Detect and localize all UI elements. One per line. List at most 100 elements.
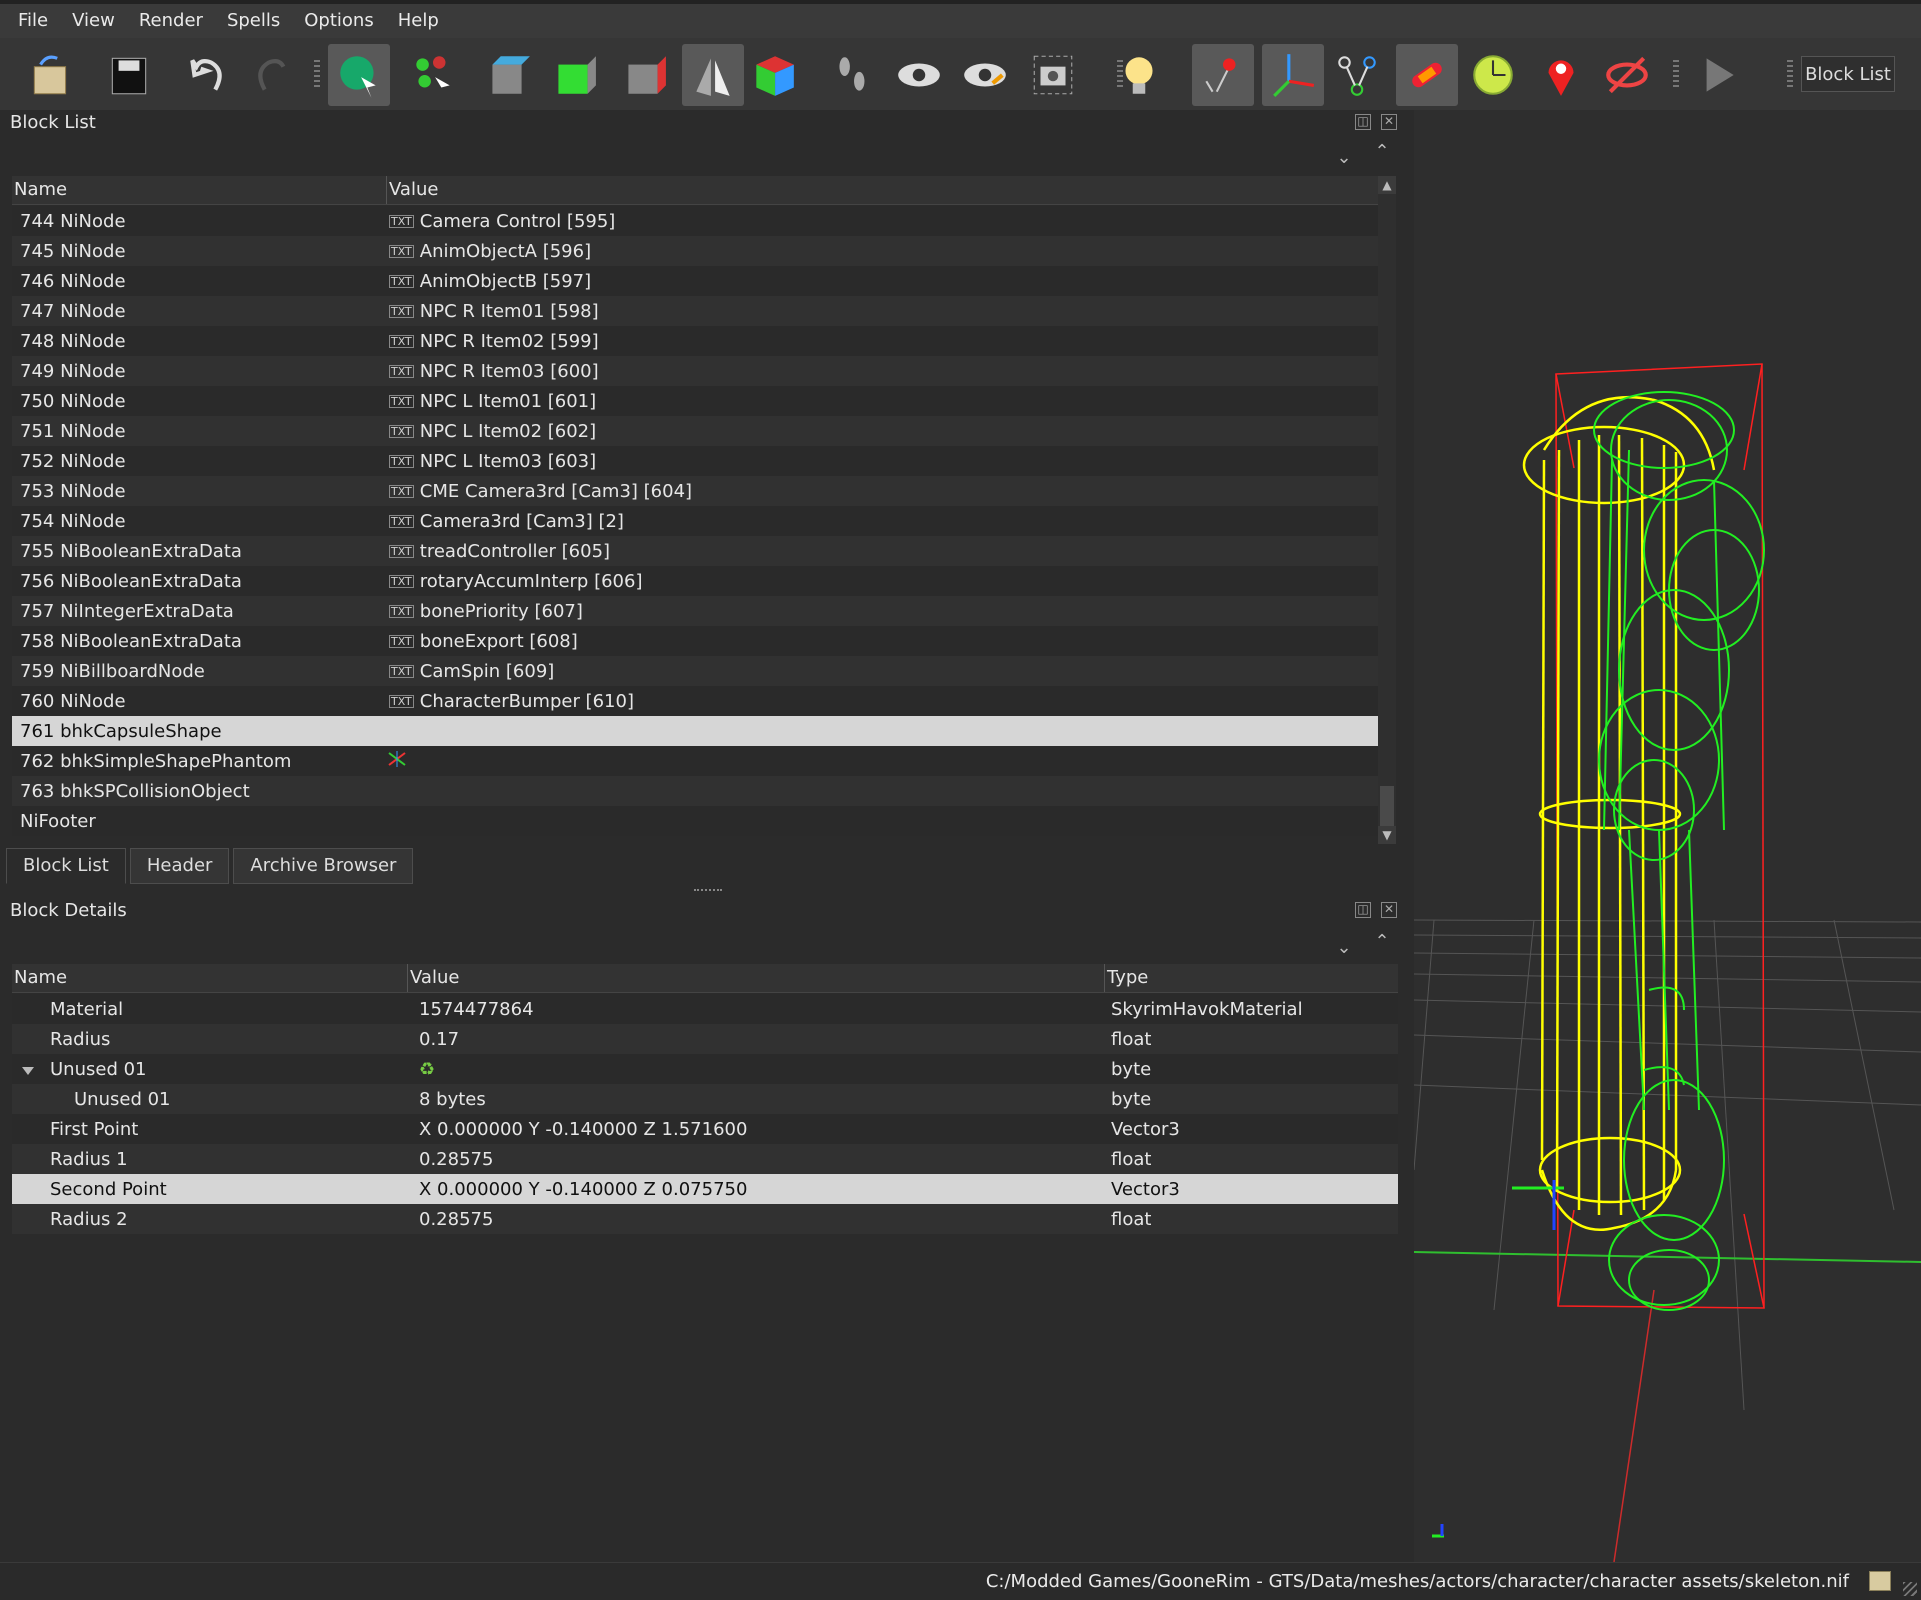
detail-row[interactable]: Radius 1 0.28575 float (12, 1144, 1398, 1174)
close-icon[interactable]: ✕ (1381, 902, 1397, 918)
block-list-row[interactable]: 749 NiNode TXT NPC R Item03 [600] (12, 356, 1378, 386)
block-list-row[interactable]: 750 NiNode TXT NPC L Item01 [601] (12, 386, 1378, 416)
detail-row[interactable]: Second Point X 0.000000 Y -0.140000 Z 0.0… (12, 1174, 1398, 1204)
toolbar-grip[interactable] (314, 60, 320, 90)
detail-row[interactable]: Radius 0.17 float (12, 1024, 1398, 1054)
view-user-icon[interactable] (742, 44, 804, 106)
field-value-cell[interactable]: 0.17 (407, 1029, 1103, 1050)
block-list-toggle-button[interactable]: Block List (1801, 56, 1895, 92)
block-list-row[interactable]: 756 NiBooleanExtraData TXT rotaryAccumInte… (12, 566, 1378, 596)
column-type[interactable]: Type (1105, 964, 1398, 992)
panel-splitter[interactable] (694, 889, 722, 895)
detail-row[interactable]: Unused 01 8 bytes byte (12, 1084, 1398, 1114)
detail-row[interactable]: Radius 2 0.28575 float (12, 1204, 1398, 1234)
column-value[interactable]: Value (408, 964, 1105, 992)
play-icon[interactable] (1686, 44, 1748, 106)
block-list-row[interactable]: 761 bhkCapsuleShape (12, 716, 1378, 746)
block-list-row[interactable]: 758 NiBooleanExtraData TXT boneExport [608… (12, 626, 1378, 656)
block-name: 752 NiNode (20, 450, 126, 472)
block-list-row[interactable]: 762 bhkSimpleShapePhantom (12, 746, 1378, 776)
block-list-row[interactable]: 752 NiNode TXT NPC L Item03 [603] (12, 446, 1378, 476)
refresh-icon[interactable]: ♻ (419, 1059, 435, 1080)
collapse-all-icon[interactable]: ⌄ (1332, 936, 1356, 960)
undo-icon[interactable] (178, 44, 240, 106)
block-list-row[interactable]: 753 NiNode TXT CME Camera3rd [Cam3] [604] (12, 476, 1378, 506)
view-front-icon[interactable] (542, 44, 604, 106)
block-list-row[interactable]: 745 NiNode TXT AnimObjectA [596] (12, 236, 1378, 266)
block-list-row[interactable]: 748 NiNode TXT NPC R Item02 [599] (12, 326, 1378, 356)
menu-file[interactable]: File (0, 4, 60, 38)
block-list-row[interactable]: 751 NiNode TXT NPC L Item02 [602] (12, 416, 1378, 446)
menu-help[interactable]: Help (386, 4, 451, 38)
marker-icon[interactable] (1192, 44, 1254, 106)
menu-render[interactable]: Render (127, 4, 215, 38)
field-value-cell[interactable]: 1574477864 (407, 999, 1103, 1020)
block-list-row[interactable]: 757 NiIntegerExtraData TXT bonePriority [6… (12, 596, 1378, 626)
toolbar-grip[interactable] (1673, 60, 1679, 90)
havok-icon[interactable] (1396, 44, 1458, 106)
screenshot-icon[interactable] (1022, 44, 1084, 106)
field-value-cell[interactable]: X 0.000000 Y -0.140000 Z 0.075750 (407, 1179, 1103, 1200)
block-list-row[interactable]: 760 NiNode TXT CharacterBumper [610] (12, 686, 1378, 716)
scroll-thumb[interactable] (1380, 786, 1394, 826)
toolbar-grip[interactable] (1117, 60, 1123, 90)
view-walk-icon[interactable] (682, 44, 744, 106)
scroll-down-icon[interactable]: ▼ (1378, 826, 1396, 844)
select-multiple-icon[interactable] (402, 44, 464, 106)
field-value-cell[interactable]: 0.28575 (407, 1209, 1103, 1230)
close-icon[interactable]: ✕ (1381, 114, 1397, 130)
eye-icon[interactable] (888, 44, 950, 106)
block-list-row[interactable]: 755 NiBooleanExtraData TXT treadController… (12, 536, 1378, 566)
block-list-row[interactable]: NiFooter (12, 806, 1378, 836)
menu-spells[interactable]: Spells (215, 4, 292, 38)
load-icon[interactable] (20, 44, 82, 106)
tab-archive-browser[interactable]: Archive Browser (233, 848, 414, 884)
pin-icon[interactable] (1530, 44, 1592, 106)
footprints-icon[interactable] (822, 44, 884, 106)
scroll-up-icon[interactable]: ▲ (1378, 176, 1396, 194)
column-name[interactable]: Name (12, 176, 387, 204)
float-icon[interactable]: ◫ (1355, 902, 1371, 918)
column-value[interactable]: Value (387, 176, 1378, 204)
redo-icon[interactable] (242, 44, 304, 106)
view-side-icon[interactable] (612, 44, 674, 106)
eye-edit-icon[interactable] (954, 44, 1016, 106)
save-icon[interactable] (98, 44, 160, 106)
block-list-row[interactable]: 744 NiNode TXT Camera Control [595] (12, 206, 1378, 236)
hide-icon[interactable] (1596, 44, 1658, 106)
menu-options[interactable]: Options (292, 4, 385, 38)
toolbar-grip[interactable] (1787, 60, 1793, 90)
block-list-row[interactable]: 759 NiBillboardNode TXT CamSpin [609] (12, 656, 1378, 686)
detail-row[interactable]: First Point X 0.000000 Y -0.140000 Z 1.57… (12, 1114, 1398, 1144)
axes-icon[interactable] (1262, 44, 1324, 106)
column-name[interactable]: Name (12, 964, 408, 992)
tab-block-list[interactable]: Block List (6, 848, 126, 884)
detail-row[interactable]: Material 1574477864 SkyrimHavokMaterial (12, 994, 1398, 1024)
field-value-cell[interactable]: X 0.000000 Y -0.140000 Z 1.571600 (407, 1119, 1103, 1140)
archive-icon[interactable] (1869, 1571, 1891, 1591)
expand-all-icon[interactable]: ⌃ (1370, 140, 1394, 164)
block-list-row[interactable]: 746 NiNode TXT AnimObjectB [597] (12, 266, 1378, 296)
block-list-row[interactable]: 747 NiNode TXT NPC R Item01 [598] (12, 296, 1378, 326)
resize-grip-icon[interactable] (1903, 1582, 1917, 1596)
scene-wireframe (1414, 363, 1921, 1562)
select-icon[interactable] (328, 44, 390, 106)
view-top-icon[interactable] (476, 44, 538, 106)
field-value-cell[interactable]: 8 bytes (407, 1089, 1103, 1110)
expand-arrow-icon[interactable] (22, 1066, 34, 1075)
collapse-all-icon[interactable]: ⌄ (1332, 146, 1356, 170)
block-list-row[interactable]: 754 NiNode TXT Camera3rd [Cam3] [2] (12, 506, 1378, 536)
menu-view[interactable]: View (60, 4, 127, 38)
expand-all-icon[interactable]: ⌃ (1370, 930, 1394, 954)
field-value-cell[interactable]: ♻ (407, 1059, 1103, 1080)
tab-header[interactable]: Header (129, 848, 230, 884)
detail-row[interactable]: Unused 01 ♻ byte (12, 1054, 1398, 1084)
block-list-scrollbar[interactable]: ▲ ▼ (1378, 176, 1396, 844)
float-icon[interactable]: ◫ (1355, 114, 1371, 130)
nodes-icon[interactable] (1326, 44, 1388, 106)
render-viewport[interactable] (1414, 110, 1921, 1562)
block-name: 756 NiBooleanExtraData (20, 570, 242, 592)
timer-icon[interactable] (1462, 44, 1524, 106)
block-list-row[interactable]: 763 bhkSPCollisionObject (12, 776, 1378, 806)
field-value-cell[interactable]: 0.28575 (407, 1149, 1103, 1170)
